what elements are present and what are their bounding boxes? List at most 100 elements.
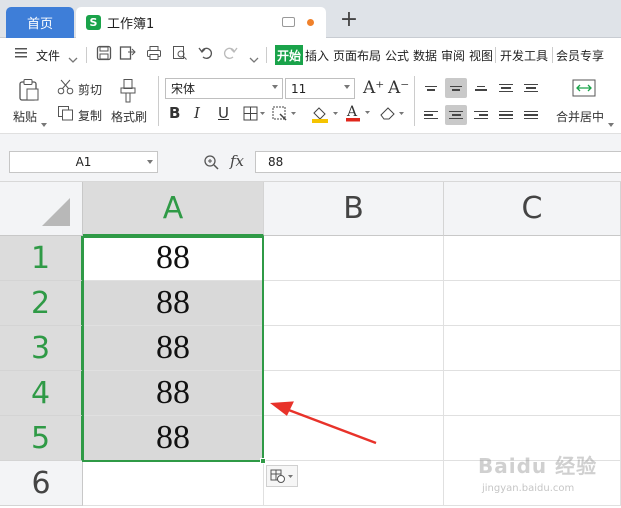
align-middle-icon[interactable] xyxy=(445,78,467,98)
tab-view[interactable]: 视图 xyxy=(469,47,493,64)
underline-icon[interactable]: U xyxy=(218,104,229,122)
cell-c4[interactable] xyxy=(444,371,621,416)
bold-icon[interactable]: B xyxy=(169,104,180,122)
paste-icon[interactable] xyxy=(18,78,40,106)
font-name-value: 宋体 xyxy=(171,82,196,96)
cell-a6[interactable] xyxy=(83,461,264,506)
tab-review[interactable]: 审阅 xyxy=(441,47,465,64)
divider xyxy=(495,47,496,63)
merge-center-icon[interactable] xyxy=(572,78,596,102)
column-header-c[interactable]: C xyxy=(444,182,621,236)
justify-icon[interactable] xyxy=(495,105,517,125)
print-icon[interactable] xyxy=(146,45,162,65)
annotation-arrow xyxy=(266,395,381,451)
cell-a4[interactable]: 88 xyxy=(83,371,264,416)
save-icon[interactable] xyxy=(96,45,112,65)
divider xyxy=(266,47,267,63)
indent-decrease-icon[interactable] xyxy=(495,78,517,98)
divider xyxy=(86,47,87,63)
row-header-1[interactable]: 1 xyxy=(0,236,83,281)
quick-analysis-button[interactable] xyxy=(266,465,298,487)
align-center-icon[interactable] xyxy=(445,105,467,125)
cell-b3[interactable] xyxy=(264,326,444,371)
name-box[interactable]: A1 xyxy=(9,151,158,173)
add-tab-button[interactable]: + xyxy=(338,9,360,31)
row-header-6[interactable]: 6 xyxy=(0,461,83,506)
format-painter-button[interactable]: 格式刷 xyxy=(111,108,147,125)
font-size-value: 11 xyxy=(291,81,307,96)
fx-icon[interactable]: fx xyxy=(230,152,244,170)
cell-a5[interactable]: 88 xyxy=(83,416,264,461)
paste-dropdown-icon[interactable] xyxy=(41,113,47,132)
tab-member[interactable]: 会员专享 xyxy=(556,47,604,64)
font-name-select[interactable]: 宋体 xyxy=(165,78,283,99)
svg-text:A: A xyxy=(346,104,358,120)
unsaved-dot-icon xyxy=(307,19,314,26)
row-header-2[interactable]: 2 xyxy=(0,281,83,326)
align-left-icon[interactable] xyxy=(420,105,442,125)
customize-toolbar-icon[interactable] xyxy=(249,50,259,69)
cell-a1[interactable]: 88 xyxy=(83,236,264,281)
border-icon[interactable] xyxy=(243,106,265,126)
column-header-a[interactable]: A xyxy=(83,182,264,236)
monitor-icon[interactable] xyxy=(282,17,295,27)
row-header-5[interactable]: 5 xyxy=(0,416,83,461)
divider xyxy=(414,76,415,126)
hamburger-icon[interactable] xyxy=(14,45,28,64)
distribute-icon[interactable] xyxy=(520,105,542,125)
cell-c1[interactable] xyxy=(444,236,621,281)
tab-start[interactable]: 开始 xyxy=(275,45,303,65)
font-color-icon[interactable]: A xyxy=(344,102,374,128)
copy-button[interactable]: 复制 xyxy=(78,107,102,124)
merge-center-button[interactable]: 合并居中 xyxy=(556,108,604,125)
watermark: Baidu 经验 jingyan.baidu.com xyxy=(478,450,618,502)
tab-data[interactable]: 数据 xyxy=(413,47,437,64)
tab-developer[interactable]: 开发工具 xyxy=(500,47,548,64)
cell-c2[interactable] xyxy=(444,281,621,326)
cell-b1[interactable] xyxy=(264,236,444,281)
export-icon[interactable] xyxy=(119,45,137,65)
chevron-down-icon xyxy=(147,160,153,164)
row-header-3[interactable]: 3 xyxy=(0,326,83,371)
column-header-b[interactable]: B xyxy=(264,182,444,236)
format-painter-icon[interactable] xyxy=(119,78,141,108)
file-menu[interactable]: 文件 xyxy=(36,47,60,64)
indent-increase-icon[interactable] xyxy=(520,78,542,98)
cut-button[interactable]: 剪切 xyxy=(78,81,102,98)
fill-handle[interactable] xyxy=(260,458,266,464)
paste-options-icon xyxy=(270,469,293,483)
decrease-font-icon[interactable]: A⁻ xyxy=(388,78,409,98)
chevron-down-icon[interactable] xyxy=(68,50,78,69)
increase-font-icon[interactable]: A⁺ xyxy=(363,78,384,98)
cell-a2[interactable]: 88 xyxy=(83,281,264,326)
tab-home[interactable]: 首页 xyxy=(6,7,74,38)
cell-a3[interactable]: 88 xyxy=(83,326,264,371)
cell-b2[interactable] xyxy=(264,281,444,326)
tab-formulas[interactable]: 公式 xyxy=(385,47,409,64)
fill-color-icon[interactable] xyxy=(310,104,340,128)
align-bottom-icon[interactable] xyxy=(470,78,492,98)
scissors-icon[interactable] xyxy=(57,79,75,99)
merge-dropdown-icon[interactable] xyxy=(608,113,614,132)
divider xyxy=(158,76,159,126)
align-right-icon[interactable] xyxy=(470,105,492,125)
redo-icon[interactable] xyxy=(222,45,238,65)
tab-insert[interactable]: 插入 xyxy=(305,47,329,64)
align-top-icon[interactable] xyxy=(420,78,442,98)
font-size-select[interactable]: 11 xyxy=(285,78,355,99)
watermark-url: jingyan.baidu.com xyxy=(482,483,575,494)
print-preview-icon[interactable] xyxy=(172,45,188,65)
copy-icon[interactable] xyxy=(57,105,75,125)
cell-c3[interactable] xyxy=(444,326,621,371)
select-all-corner[interactable] xyxy=(0,182,83,236)
row-header-4[interactable]: 4 xyxy=(0,371,83,416)
zoom-search-icon[interactable] xyxy=(203,154,219,174)
tab-workbook[interactable]: S 工作簿1 xyxy=(76,7,326,38)
italic-icon[interactable]: I xyxy=(194,104,200,122)
undo-icon[interactable] xyxy=(198,45,214,65)
paste-button[interactable]: 粘贴 xyxy=(13,108,37,125)
eraser-icon[interactable] xyxy=(378,104,408,126)
tab-page-layout[interactable]: 页面布局 xyxy=(333,47,381,64)
formula-input[interactable]: 88 xyxy=(255,151,621,173)
cell-style-icon[interactable] xyxy=(272,106,298,126)
